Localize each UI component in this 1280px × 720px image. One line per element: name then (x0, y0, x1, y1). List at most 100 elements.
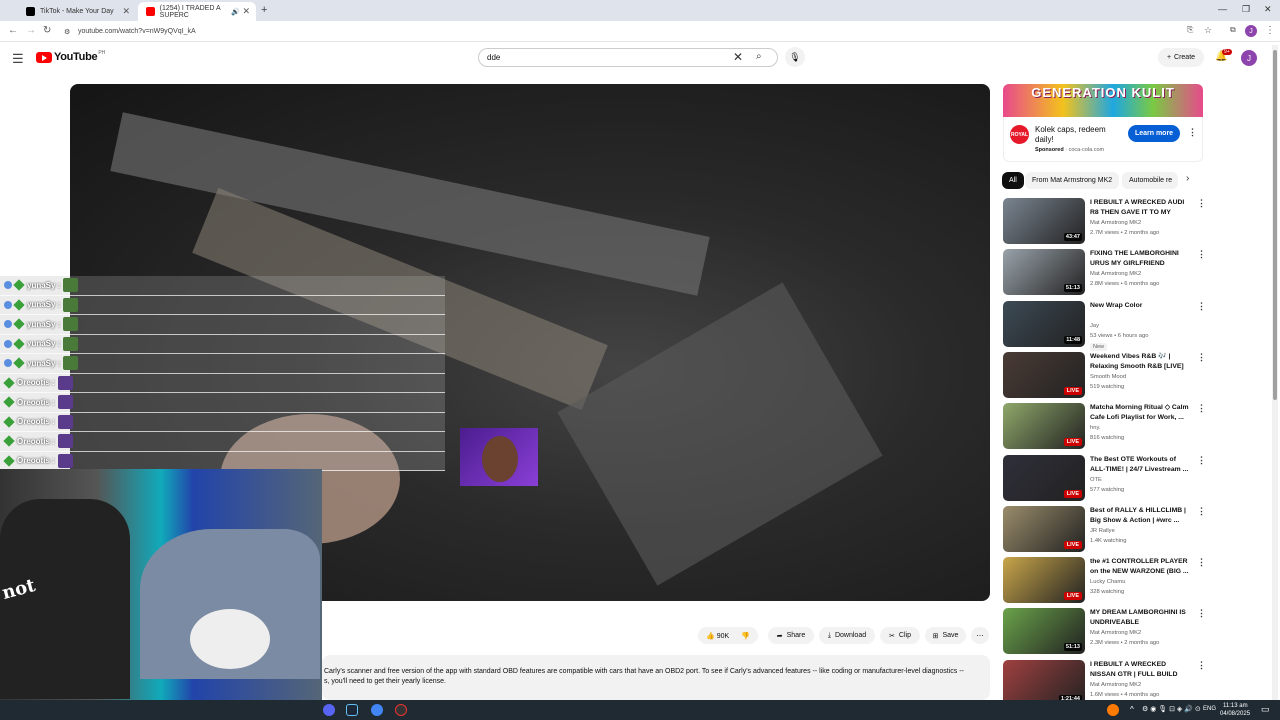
more-options-icon[interactable]: ⋮ (1197, 352, 1206, 363)
account-avatar[interactable]: J (1241, 50, 1257, 66)
cast-icon[interactable]: ⎘ (1187, 25, 1193, 35)
recommended-video[interactable]: 51:13 FIXING THE LAMBORGHINI URUS MY GIRL… (1003, 249, 1206, 297)
chevron-right-icon[interactable]: › (1186, 173, 1189, 184)
more-options-icon[interactable]: ⋮ (1197, 249, 1206, 260)
hamburger-menu-icon[interactable]: ☰ (12, 51, 24, 67)
video-thumbnail[interactable]: 43:47 (1003, 198, 1085, 244)
clear-search-icon[interactable]: ✕ (733, 50, 743, 64)
channel-name[interactable]: OTE (1090, 477, 1102, 483)
ad-banner-image[interactable]: GENERATION KULIT (1003, 84, 1203, 117)
recommended-video[interactable]: LIVE Best of RALLY & HILLCLIMB | Big Show… (1003, 506, 1206, 554)
recommended-video[interactable]: LIVE Weekend Vibes R&B 🎶 | Relaxing Smoot… (1003, 352, 1206, 400)
video-title[interactable]: I REBUILT A WRECKED NISSAN GTR | FULL BU… (1090, 660, 1190, 680)
bookmark-star-icon[interactable]: ☆ (1204, 25, 1212, 36)
close-window-icon[interactable]: ✕ (1264, 4, 1272, 15)
chip-from-channel[interactable]: From Mat Armstrong MK2 (1025, 172, 1120, 189)
page-scrollbar[interactable] (1272, 45, 1278, 700)
video-title[interactable]: Best of RALLY & HILLCLIMB | Big Show & A… (1090, 506, 1190, 526)
video-title[interactable]: FIXING THE LAMBORGHINI URUS MY GIRLFRIEN… (1090, 249, 1190, 269)
channel-name[interactable]: Lucky Chamu (1090, 579, 1125, 585)
video-thumbnail[interactable]: 51:13 (1003, 608, 1085, 654)
video-thumbnail[interactable]: 51:13 (1003, 249, 1085, 295)
discord-icon[interactable] (323, 704, 335, 716)
site-info-icon[interactable]: ⚙ (64, 28, 70, 36)
more-options-icon[interactable]: ⋮ (1197, 660, 1206, 671)
channel-name[interactable]: Jay (1090, 323, 1099, 329)
search-icon[interactable]: ⌕ (756, 51, 762, 62)
recommended-video[interactable]: LIVE the #1 CONTROLLER PLAYER on the NEW … (1003, 557, 1206, 605)
video-thumbnail[interactable]: LIVE (1003, 352, 1085, 398)
chrome-icon[interactable] (371, 704, 383, 716)
profile-avatar[interactable]: J (1245, 25, 1257, 37)
clip-button[interactable]: ✂ Clip (880, 627, 920, 644)
channel-name[interactable]: Mat Armstrong MK2 (1090, 682, 1141, 688)
channel-name[interactable]: Mat Armstrong MK2 (1090, 630, 1141, 636)
channel-name[interactable]: Smooth Mood (1090, 374, 1126, 380)
like-button[interactable]: 👍 90K (706, 632, 729, 640)
video-title[interactable]: Weekend Vibes R&B 🎶 | Relaxing Smooth R&… (1090, 352, 1190, 372)
recommended-video[interactable]: 51:13 MY DREAM LAMBORGHINI IS UNDRIVEABLE… (1003, 608, 1206, 656)
new-tab-button[interactable]: + (261, 4, 267, 16)
channel-name[interactable]: Mat Armstrong MK2 (1090, 271, 1141, 277)
video-title[interactable]: The Best OTE Workouts of ALL-TIME! | 24/… (1090, 455, 1190, 475)
clock-date[interactable]: 04/08/2025 (1220, 711, 1250, 717)
chip-all[interactable]: All (1002, 172, 1024, 189)
notification-center-icon[interactable]: ▭ (1261, 704, 1270, 715)
language-indicator[interactable]: ENG (1203, 706, 1216, 712)
video-title[interactable]: New Wrap Color (1090, 301, 1190, 311)
maximize-icon[interactable]: ❐ (1242, 4, 1250, 15)
forward-icon[interactable]: → (26, 25, 36, 36)
video-thumbnail[interactable]: LIVE (1003, 506, 1085, 552)
video-thumbnail[interactable]: LIVE (1003, 403, 1085, 449)
clock-time[interactable]: 11:13 am (1223, 703, 1248, 709)
learn-more-button[interactable]: Learn more (1128, 125, 1180, 142)
ad-menu-icon[interactable]: ⋮ (1188, 127, 1197, 138)
more-options-icon[interactable]: ⋮ (1197, 557, 1206, 568)
obs-icon[interactable] (395, 704, 407, 716)
more-options-icon[interactable]: ⋮ (1197, 608, 1206, 619)
channel-name[interactable]: Mat Armstrong MK2 (1090, 220, 1141, 226)
recommended-video[interactable]: 43:47 I REBUILT A WRECKED AUDI R8 THEN GA… (1003, 198, 1206, 246)
video-thumbnail[interactable]: LIVE (1003, 455, 1085, 501)
tray-icons[interactable]: ⚙ ◉ 🎙 ⊡ ◈ 🔊 ⊙ (1142, 705, 1201, 713)
tray-chevron-icon[interactable]: ^ (1130, 705, 1134, 714)
scrollbar-thumb[interactable] (1273, 50, 1277, 400)
tray-app-icon[interactable] (1107, 704, 1119, 716)
extensions-icon[interactable]: ⧉ (1230, 25, 1236, 35)
recommended-video[interactable]: LIVE The Best OTE Workouts of ALL-TIME! |… (1003, 455, 1206, 503)
video-title[interactable]: I REBUILT A WRECKED AUDI R8 THEN GAVE IT… (1090, 198, 1190, 218)
channel-name[interactable]: hny. (1090, 425, 1101, 431)
close-icon[interactable]: ✕ (122, 6, 130, 17)
more-options-icon[interactable]: ⋮ (1197, 301, 1206, 312)
more-options-icon[interactable]: ⋮ (1197, 506, 1206, 517)
reload-icon[interactable]: ↻ (43, 25, 51, 36)
minimize-icon[interactable]: — (1218, 4, 1227, 14)
download-button[interactable]: ⤓ Download (819, 627, 875, 644)
voice-search-mic-icon[interactable]: 🎙 (785, 47, 805, 67)
save-button[interactable]: ⊞ Save (925, 627, 966, 644)
more-options-icon[interactable]: ⋮ (1197, 198, 1206, 209)
recommended-video[interactable]: LIVE Matcha Morning Ritual ◇ Calm Cafe Lo… (1003, 403, 1206, 451)
browser-menu-icon[interactable]: ⋮ (1265, 25, 1275, 36)
steam-icon[interactable] (346, 704, 358, 716)
back-icon[interactable]: ← (8, 25, 18, 36)
chip-automobile[interactable]: Automobile re (1122, 172, 1178, 189)
video-thumbnail[interactable]: LIVE (1003, 557, 1085, 603)
speaker-icon[interactable]: 🔊 (231, 8, 240, 16)
video-title[interactable]: MY DREAM LAMBORGHINI IS UNDRIVEABLE (1090, 608, 1190, 628)
recommended-video[interactable]: 11:48 New Wrap Color Jay 53 views • 6 hours… (1003, 301, 1206, 351)
close-icon[interactable]: ✕ (242, 6, 250, 17)
share-button[interactable]: ➦ Share (768, 627, 814, 644)
dislike-button[interactable]: 👎 (741, 632, 750, 640)
ad-card[interactable]: ROYAL Kolek caps, redeem daily! Sponsore… (1003, 117, 1203, 162)
tab-youtube[interactable]: (1254) I TRADED A SUPERC 🔊 ✕ (138, 2, 256, 21)
tab-tiktok[interactable]: TikTok - Make Your Day ✕ (18, 2, 136, 21)
search-input[interactable]: dde ✕ ⌕ (478, 48, 778, 67)
more-options-icon[interactable]: ⋮ (1197, 455, 1206, 466)
more-actions-button[interactable]: ⋯ (971, 627, 989, 644)
video-title[interactable]: the #1 CONTROLLER PLAYER on the NEW WARZ… (1090, 557, 1190, 577)
more-options-icon[interactable]: ⋮ (1197, 403, 1206, 414)
video-thumbnail[interactable]: 11:48 (1003, 301, 1085, 347)
video-description[interactable]: Carly's scanner and free version of the … (322, 655, 990, 700)
create-button[interactable]: + Create (1158, 48, 1204, 67)
